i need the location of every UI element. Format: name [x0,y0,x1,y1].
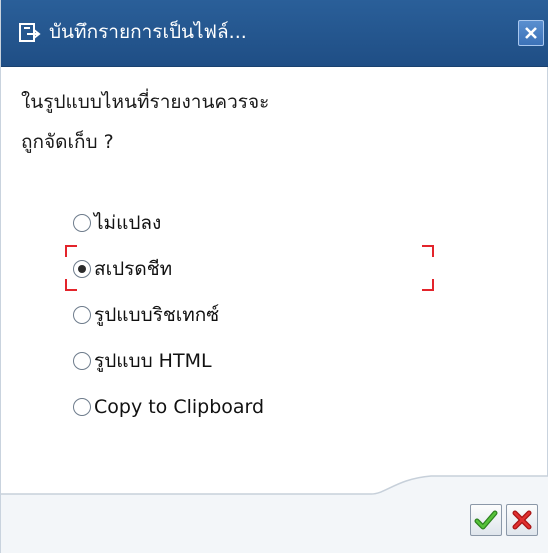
save-list-dialog: บันทึกรายการเป็นไฟล์... ในรูปแบบไหนที่รา… [0,0,548,553]
radio-option-no-conversion[interactable]: ไม่แปลง [73,200,264,246]
question-text: ในรูปแบบไหนที่รายงานควรจะ ถูกจัดเก็บ ? [21,82,461,162]
close-icon [525,27,537,39]
radio-button[interactable] [73,398,91,416]
radio-label: Copy to Clipboard [94,396,265,418]
checkmark-icon [474,510,498,530]
question-line-1: ในรูปแบบไหนที่รายงานควรจะ [21,91,270,113]
radio-option-html[interactable]: รูปแบบ HTML [73,338,264,384]
radio-label: รูปแบบริชเทกซ์ [94,304,220,326]
question-line-2: ถูกจัดเก็บ ? [21,131,114,153]
cancel-button[interactable] [506,504,538,536]
radio-option-rich-text[interactable]: รูปแบบริชเทกซ์ [73,292,264,338]
dialog-title: บันทึกรายการเป็นไฟล์... [49,21,247,43]
close-button[interactable] [518,20,544,46]
radio-button-selected[interactable] [73,260,91,278]
radio-option-spreadsheet[interactable]: สเปรดชีท [73,246,264,292]
dialog-footer [1,474,548,553]
export-dialog-icon [19,23,41,43]
dialog-titlebar[interactable]: บันทึกรายการเป็นไฟล์... [1,0,548,67]
confirm-button[interactable] [470,504,502,536]
focus-corner-top-left [65,245,77,257]
radio-label: สเปรดชีท [94,258,173,280]
format-radio-group: ไม่แปลง สเปรดชีท รูปแบบริชเทกซ์ รูปแบบ H… [73,200,264,430]
radio-button[interactable] [73,214,91,232]
focus-corner-bottom-right [422,279,434,291]
footer-swoosh [1,475,548,553]
radio-button[interactable] [73,306,91,324]
cancel-x-icon [512,510,532,530]
radio-label: รูปแบบ HTML [94,350,212,372]
focus-corner-bottom-left [65,279,77,291]
radio-option-clipboard[interactable]: Copy to Clipboard [73,384,264,430]
radio-button[interactable] [73,352,91,370]
radio-label: ไม่แปลง [94,212,162,234]
focus-corner-top-right [422,245,434,257]
